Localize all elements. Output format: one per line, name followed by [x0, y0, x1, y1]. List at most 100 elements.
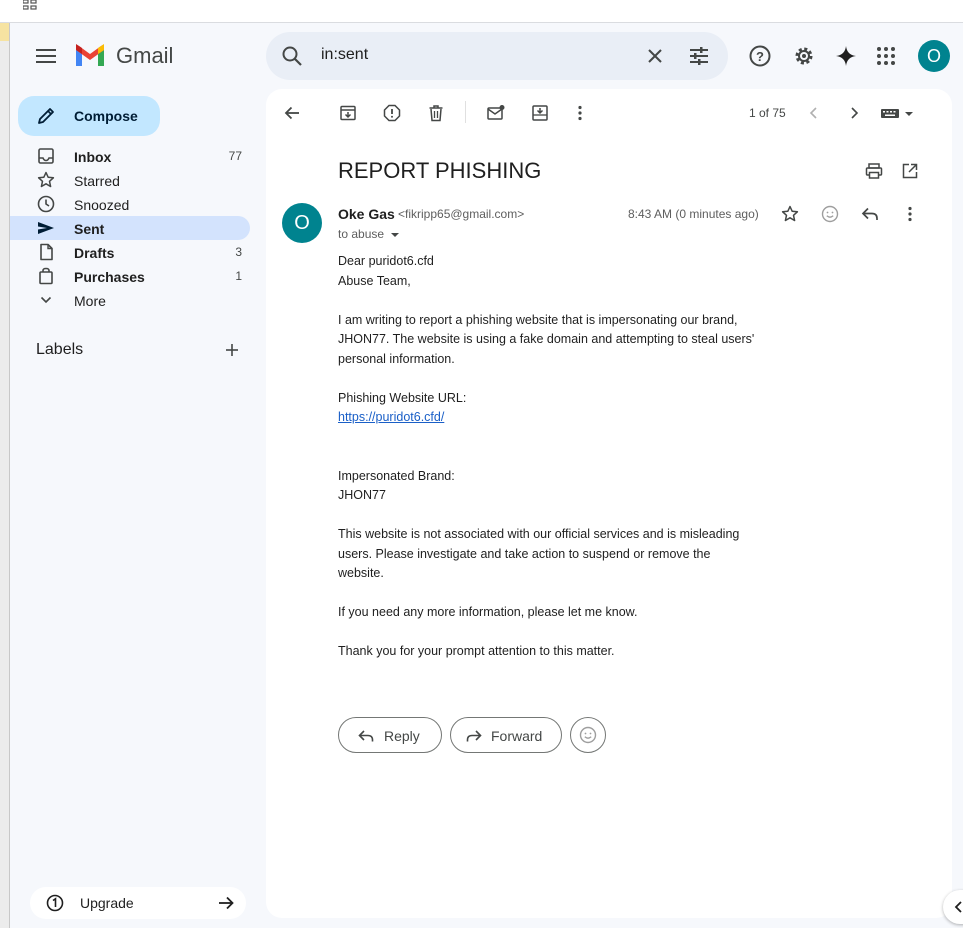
body-paragraph: If you need any more information, please… — [338, 605, 638, 619]
main-menu-button[interactable] — [30, 40, 62, 72]
star-icon — [37, 171, 55, 188]
sidebar-item-more[interactable]: More — [10, 288, 250, 312]
compose-label: Compose — [74, 108, 138, 124]
keyboard-icon[interactable] — [880, 103, 916, 123]
message-timestamp: 8:43 AM (0 minutes ago) — [628, 207, 759, 221]
sidebar-item-inbox[interactable]: Inbox 77 — [10, 144, 250, 168]
sidebar-item-drafts[interactable]: Drafts 3 — [10, 240, 250, 264]
help-icon[interactable]: ? — [748, 44, 772, 68]
edge-highlight — [0, 23, 9, 41]
compose-button[interactable]: Compose — [18, 96, 160, 136]
left-window-edge — [0, 23, 10, 928]
add-label-icon[interactable] — [222, 340, 242, 360]
recipient-dropdown[interactable]: to abuse — [338, 227, 400, 241]
star-outline-icon[interactable] — [780, 204, 800, 224]
report-spam-icon[interactable] — [382, 103, 402, 123]
archive-icon[interactable] — [338, 103, 358, 123]
browser-top-strip — [0, 0, 963, 23]
sidebar-item-starred[interactable]: Starred — [10, 168, 250, 192]
sidebar-item-label: Drafts — [74, 245, 115, 261]
sidebar-item-label: Starred — [74, 173, 120, 189]
sender-name[interactable]: Oke Gas — [338, 206, 395, 222]
sidebar-item-purchases[interactable]: Purchases 1 — [10, 264, 250, 288]
google-apps-icon[interactable] — [874, 44, 898, 68]
open-in-new-window-icon[interactable] — [900, 161, 920, 181]
sidebar-item-label: Purchases — [74, 269, 145, 285]
reply-button[interactable]: Reply — [338, 717, 442, 753]
body-greeting: Abuse Team, — [338, 273, 411, 288]
message-body: Dear puridot6.cfd Abuse Team, I am writi… — [338, 252, 758, 662]
inbox-icon — [38, 148, 54, 164]
sender-email: <fikripp65@gmail.com> — [398, 207, 525, 221]
body-paragraph: This website is not associated with our … — [338, 527, 743, 580]
svg-text:?: ? — [756, 49, 764, 64]
sidebar-item-count: 1 — [235, 269, 242, 283]
message-panel: 1 of 75 REPORT PHISHING O Oke Gas <fikri… — [266, 89, 952, 918]
draft-icon — [40, 243, 53, 261]
body-spacer — [338, 506, 758, 526]
search-input[interactable]: in:sent — [321, 46, 368, 64]
move-to-icon[interactable] — [530, 103, 550, 123]
app-name: Gmail — [116, 43, 174, 68]
body-spacer — [338, 447, 758, 467]
search-icon[interactable] — [280, 44, 304, 68]
reply-label: Reply — [384, 728, 420, 744]
phishing-url-link[interactable]: https://puridot6.cfd/ — [338, 410, 444, 424]
body-spacer — [338, 428, 758, 448]
newer-chevron-left-icon[interactable] — [804, 103, 824, 123]
sidebar-item-count: 77 — [228, 149, 242, 163]
recipient-text: to abuse — [338, 227, 385, 241]
hamburger-icon — [36, 49, 56, 63]
body-spacer — [338, 623, 758, 643]
message-more-icon[interactable] — [900, 204, 920, 224]
search-options-icon[interactable] — [687, 44, 711, 68]
labels-heading: Labels — [36, 341, 84, 358]
apps-grid-icon[interactable] — [23, 0, 37, 10]
sidebar-item-count: 3 — [235, 245, 242, 259]
gemini-sparkle-icon[interactable] — [834, 44, 858, 68]
reply-icon[interactable] — [860, 204, 880, 224]
search-bar[interactable]: in:sent — [266, 32, 728, 80]
bag-icon — [39, 267, 53, 285]
print-icon[interactable] — [864, 161, 884, 181]
more-vert-icon[interactable] — [570, 103, 590, 123]
body-spacer — [338, 369, 758, 389]
sidebar-item-sent[interactable]: Sent — [10, 216, 250, 240]
side-panel-toggle[interactable] — [943, 890, 963, 924]
upgrade-badge-icon — [46, 894, 64, 912]
sidebar: Compose Inbox 77 Starred Snoozed Sent Dr… — [10, 89, 260, 928]
mark-unread-icon[interactable] — [486, 103, 506, 123]
pagination-count: 1 of 75 — [749, 106, 786, 120]
chevron-left-icon — [954, 901, 962, 913]
body-paragraph: I am writing to report a phishing websit… — [338, 312, 758, 366]
settings-gear-icon[interactable] — [792, 44, 816, 68]
arrow-right-icon — [219, 896, 234, 910]
sidebar-item-label: Inbox — [74, 149, 112, 165]
clear-search-icon[interactable] — [643, 44, 667, 68]
message-subject: REPORT PHISHING — [338, 158, 542, 183]
brand-label: Impersonated Brand: — [338, 468, 455, 483]
older-chevron-right-icon[interactable] — [844, 103, 864, 123]
brand-value: JHON77 — [338, 488, 386, 502]
body-spacer — [338, 291, 758, 311]
toolbar-divider — [465, 101, 466, 123]
account-avatar[interactable]: O — [918, 40, 950, 72]
upgrade-label: Upgrade — [80, 895, 134, 911]
sidebar-item-label: Sent — [74, 221, 105, 237]
body-spacer — [338, 584, 758, 604]
url-label: Phishing Website URL: — [338, 390, 467, 405]
add-reaction-button[interactable] — [570, 717, 606, 753]
sidebar-nav: Inbox 77 Starred Snoozed Sent Drafts 3 P… — [10, 144, 250, 312]
back-arrow-icon[interactable] — [282, 103, 302, 123]
gmail-logo-icon[interactable] — [74, 44, 106, 68]
reply-icon — [358, 730, 374, 742]
sidebar-item-label: More — [74, 293, 106, 309]
upgrade-button[interactable]: Upgrade — [30, 887, 246, 919]
trash-icon[interactable] — [426, 103, 446, 123]
sender-avatar[interactable]: O — [282, 203, 322, 243]
emoji-reaction-icon[interactable] — [820, 204, 840, 224]
emoji-icon — [579, 726, 597, 744]
forward-button[interactable]: Forward — [450, 717, 562, 753]
header: Gmail in:sent ? O — [10, 23, 963, 89]
sidebar-item-snoozed[interactable]: Snoozed — [10, 192, 250, 216]
